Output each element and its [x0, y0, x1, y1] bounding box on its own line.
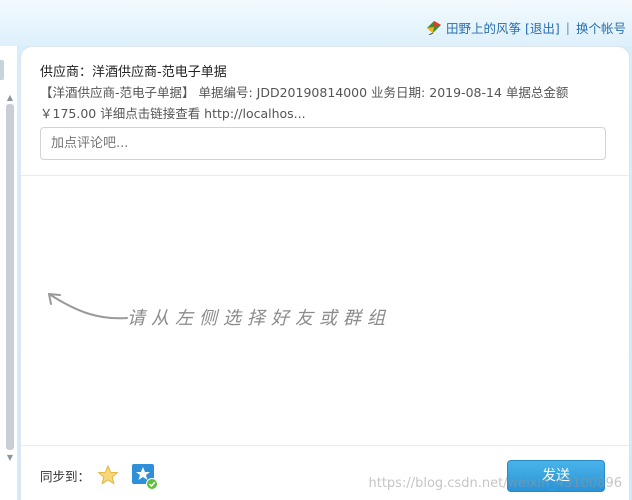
separator: | [565, 19, 570, 35]
user-info: 田野上的风筝 [退出] | 换个帐号 [425, 18, 626, 36]
curved-arrow-icon [48, 293, 128, 320]
watermark: https://blog.csdn.net/weixin_43100896 [368, 476, 622, 491]
username-link[interactable]: 田野上的风筝 [446, 18, 521, 37]
top-bar: 田野上的风筝 [退出] | 换个帐号 [0, 0, 632, 46]
sync-label: 同步到： [40, 469, 91, 484]
star-icon[interactable] [97, 464, 119, 486]
vertical-scrollbar[interactable]: ▲ ▼ [5, 94, 15, 462]
comment-input[interactable] [40, 127, 606, 160]
supplier-line: 供应商：洋酒供应商-范电子单据 [40, 65, 227, 80]
scroll-up-arrow-icon[interactable]: ▲ [6, 94, 14, 102]
friend-selection-area: 请从左侧选择好友或群组 [21, 176, 629, 446]
message-description: 【洋酒供应商-范电子单据】 单据编号: JDD20190814000 业务日期:… [40, 85, 569, 121]
select-friend-hint: 请从左侧选择好友或群组 [127, 308, 391, 329]
left-panel-tab[interactable] [0, 60, 4, 80]
kite-icon [426, 21, 441, 35]
scroll-down-arrow-icon[interactable]: ▼ [6, 454, 14, 462]
switch-account-link[interactable]: 换个帐号 [576, 18, 626, 37]
footer-bar: 同步到： 发送 [21, 446, 629, 500]
scroll-thumb[interactable] [6, 104, 14, 450]
share-panel: 供应商：洋酒供应商-范电子单据 【洋酒供应商-范电子单据】 单据编号: JDD2… [20, 46, 630, 500]
logout-link[interactable]: [退出] [525, 18, 560, 37]
qzone-icon[interactable] [131, 462, 159, 490]
message-header: 供应商：洋酒供应商-范电子单据 【洋酒供应商-范电子单据】 单据编号: JDD2… [21, 47, 629, 175]
